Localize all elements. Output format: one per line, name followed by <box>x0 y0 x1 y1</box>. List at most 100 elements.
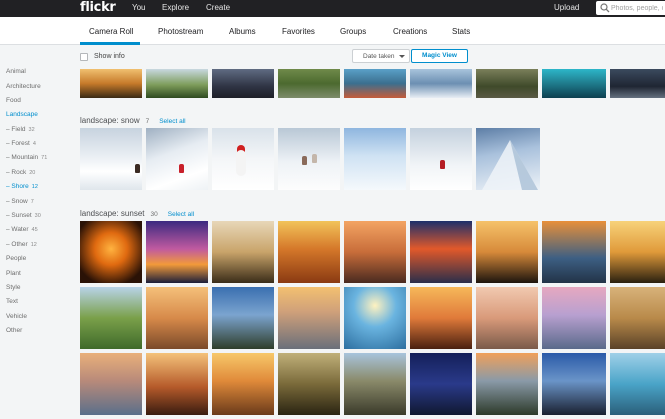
tab-stats[interactable]: Stats <box>452 26 470 37</box>
show-info-checkbox[interactable] <box>80 53 88 61</box>
photo-thumbnail[interactable] <box>344 221 406 283</box>
magic-view-button[interactable]: Magic View <box>411 49 468 63</box>
photo-thumbnail[interactable] <box>410 128 472 190</box>
section-header-snow: landscape: snow 7 Select all <box>80 116 186 127</box>
upload-link[interactable]: Upload <box>554 2 579 13</box>
tab-creations[interactable]: Creations <box>393 26 427 37</box>
sidebar-subitem-forest[interactable]: – Forest 4 <box>6 139 36 149</box>
photo-thumbnail[interactable] <box>542 353 606 415</box>
sidebar-subitem-rock[interactable]: – Rock 20 <box>6 168 35 178</box>
photo-thumbnail[interactable] <box>278 353 340 415</box>
photo-thumbnail[interactable] <box>80 221 142 283</box>
snowman-mark <box>236 150 246 176</box>
section-count: 30 <box>150 211 158 218</box>
photo-thumbnail[interactable] <box>278 221 340 283</box>
sidebar-subitem-shore[interactable]: – Shore 12 <box>6 182 38 192</box>
photo-thumbnail[interactable] <box>476 353 538 415</box>
photo-thumbnail[interactable] <box>410 353 472 415</box>
search-input[interactable] <box>611 2 663 14</box>
nav-create[interactable]: Create <box>206 2 230 13</box>
sidebar-item-architecture[interactable]: Architecture <box>6 82 41 91</box>
tab-photostream[interactable]: Photostream <box>158 26 203 37</box>
magic-view-sidebar: Animal Architecture Food Landscape – Fie… <box>0 45 70 419</box>
figure-mark <box>440 160 445 169</box>
photo-thumbnail[interactable] <box>542 221 606 283</box>
sidebar-item-style[interactable]: Style <box>6 283 20 292</box>
tab-groups[interactable]: Groups <box>340 26 366 37</box>
photo-thumbnail[interactable] <box>212 128 274 190</box>
show-info-label[interactable]: Show info <box>94 52 125 62</box>
sort-dropdown[interactable]: Date taken <box>352 49 410 63</box>
photo-thumbnail[interactable] <box>344 287 406 349</box>
photo-thumbnail[interactable] <box>542 69 606 98</box>
figure-mark <box>312 154 317 163</box>
sidebar-subitem-snow[interactable]: – Snow 7 <box>6 197 34 207</box>
tab-camera-roll[interactable]: Camera Roll <box>89 26 133 37</box>
photo-thumbnail[interactable] <box>344 353 406 415</box>
photo-thumbnail[interactable] <box>212 69 274 98</box>
chevron-down-icon <box>399 55 405 58</box>
sidebar-item-vehicle[interactable]: Vehicle <box>6 312 27 321</box>
nav-you[interactable]: You <box>132 2 146 13</box>
photo-thumbnail[interactable] <box>476 221 538 283</box>
active-tab-indicator <box>80 42 140 45</box>
photo-thumbnail[interactable] <box>212 221 274 283</box>
photo-thumbnail[interactable] <box>146 128 208 190</box>
sidebar-subitem-other[interactable]: – Other 12 <box>6 240 37 250</box>
sort-dropdown-label: Date taken <box>363 53 395 60</box>
tab-albums[interactable]: Albums <box>229 26 256 37</box>
figure-mark <box>179 164 184 173</box>
photo-thumbnail[interactable] <box>212 353 274 415</box>
photo-thumbnail[interactable] <box>344 69 406 98</box>
photo-thumbnail[interactable] <box>476 128 540 190</box>
global-header: flickr You Explore Create Upload <box>0 0 665 17</box>
photo-thumbnail[interactable] <box>80 287 142 349</box>
search-box[interactable] <box>596 1 665 15</box>
sidebar-subitem-mountain[interactable]: – Mountain 71 <box>6 153 47 163</box>
photo-thumbnail[interactable] <box>610 221 665 283</box>
section-count: 7 <box>145 118 150 125</box>
photo-thumbnail[interactable] <box>542 287 606 349</box>
photo-thumbnail[interactable] <box>80 128 142 190</box>
figure-mark <box>135 164 140 173</box>
photo-thumbnail[interactable] <box>146 287 208 349</box>
photo-thumbnail[interactable] <box>278 69 340 98</box>
photo-thumbnail[interactable] <box>80 69 142 98</box>
select-all-link[interactable]: Select all <box>159 118 185 125</box>
sidebar-item-animal[interactable]: Animal <box>6 67 26 76</box>
sidebar-subitem-sunset[interactable]: – Sunset 30 <box>6 211 41 221</box>
photo-thumbnail[interactable] <box>476 69 538 98</box>
photo-thumbnail[interactable] <box>610 287 665 349</box>
section-title: landscape: sunset <box>80 209 145 218</box>
nav-explore[interactable]: Explore <box>162 2 189 13</box>
sidebar-item-food[interactable]: Food <box>6 96 21 105</box>
sidebar-item-landscape[interactable]: Landscape <box>6 110 38 119</box>
photo-thumbnail[interactable] <box>610 69 665 98</box>
tab-favorites[interactable]: Favorites <box>282 26 315 37</box>
sidebar-subitem-field[interactable]: – Field 32 <box>6 125 35 135</box>
photo-thumbnail[interactable] <box>146 69 208 98</box>
mountain-shape <box>482 140 538 190</box>
photo-thumbnail[interactable] <box>410 69 472 98</box>
section-title: landscape: snow <box>80 116 140 125</box>
photo-thumbnail[interactable] <box>610 353 665 415</box>
figure-mark <box>302 156 307 165</box>
sidebar-item-plant[interactable]: Plant <box>6 269 21 278</box>
flickr-logo[interactable]: flickr <box>80 0 116 15</box>
photo-thumbnail[interactable] <box>476 287 538 349</box>
photo-thumbnail[interactable] <box>80 353 142 415</box>
photo-thumbnail[interactable] <box>410 221 472 283</box>
photo-thumbnail[interactable] <box>146 353 208 415</box>
photo-thumbnail[interactable] <box>278 287 340 349</box>
sidebar-item-text[interactable]: Text <box>6 297 18 306</box>
select-all-link[interactable]: Select all <box>168 211 194 218</box>
photo-thumbnail[interactable] <box>212 287 274 349</box>
photo-thumbnail[interactable] <box>278 128 340 190</box>
sidebar-subitem-water[interactable]: – Water 45 <box>6 225 38 235</box>
photo-thumbnail[interactable] <box>410 287 472 349</box>
sidebar-item-people[interactable]: People <box>6 254 26 263</box>
photo-thumbnail[interactable] <box>146 221 208 283</box>
section-header-sunset: landscape: sunset 30 Select all <box>80 209 194 220</box>
photo-thumbnail[interactable] <box>344 128 406 190</box>
sidebar-item-other[interactable]: Other <box>6 326 22 335</box>
